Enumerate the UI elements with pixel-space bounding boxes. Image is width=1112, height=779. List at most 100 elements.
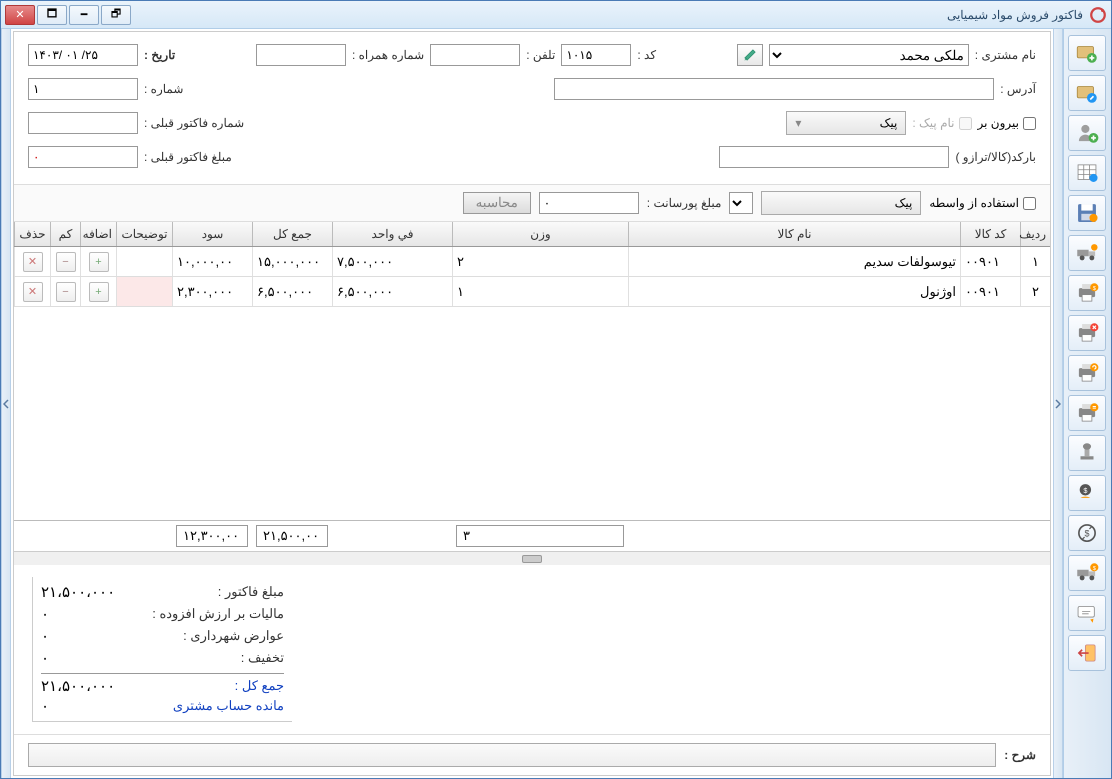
header-del: حذف: [14, 222, 50, 246]
row-add-button[interactable]: +: [89, 282, 109, 302]
header-row: ردیف: [1020, 222, 1050, 246]
mobile-input[interactable]: [256, 44, 346, 66]
minimize-button[interactable]: ━: [69, 5, 99, 25]
stamp-button[interactable]: [1068, 435, 1106, 471]
calculate-button[interactable]: محاسبه: [463, 192, 531, 214]
use-agent-checkbox-label[interactable]: استفاده از واسطه: [929, 196, 1036, 210]
prev-invoice-input[interactable]: [28, 112, 138, 134]
header-desc: توضیحات: [116, 222, 172, 246]
vat-value: ٠: [41, 605, 49, 623]
prev-invoice-label: شماره فاکتور قبلی :: [144, 116, 244, 130]
row-sub-button[interactable]: −: [56, 282, 76, 302]
agent-dropdown[interactable]: پیک: [761, 191, 921, 215]
discount-value: ٠: [41, 649, 49, 667]
vat-label: مالیات بر ارزش افزوده :: [152, 606, 284, 622]
description-input[interactable]: [28, 743, 996, 767]
customer-name-label: نام مشتری :: [975, 48, 1036, 62]
grid-header: ردیف کد کالا نام کالا وزن في واحد جمع کل…: [14, 222, 1050, 247]
close-button[interactable]: ✕: [5, 5, 35, 25]
courier-dropdown[interactable]: پیک ▾: [786, 111, 906, 135]
description-row: شرح :: [14, 734, 1050, 775]
date-label: تاریخ :: [144, 48, 175, 62]
add-customer-button[interactable]: [1068, 115, 1106, 151]
row-delete-button[interactable]: ✕: [23, 252, 43, 272]
commission-row: استفاده از واسطه پیک مبلغ پورسانت : محاس…: [14, 185, 1050, 222]
use-agent-checkbox[interactable]: [1023, 197, 1036, 210]
commission-input[interactable]: [539, 192, 639, 214]
maximize-button[interactable]: 🗖: [37, 5, 67, 25]
delivery-cost-button[interactable]: $: [1068, 555, 1106, 591]
code-input[interactable]: [561, 44, 631, 66]
content-area: نام مشتری : ملکی محمد کد : تلفن : شماره …: [13, 31, 1051, 776]
address-input[interactable]: [554, 78, 994, 100]
form-section: نام مشتری : ملکی محمد کد : تلفن : شماره …: [14, 32, 1050, 185]
header-name: نام کالا: [628, 222, 960, 246]
address-label: آدرس :: [1000, 82, 1036, 96]
phone-input[interactable]: [430, 44, 520, 66]
barcode-input[interactable]: [719, 146, 949, 168]
header-total: جمع کل: [252, 222, 332, 246]
header-code: کد کالا: [960, 222, 1020, 246]
scroll-indicator[interactable]: [14, 551, 1050, 565]
left-collapse-strip[interactable]: [1, 29, 11, 778]
phone-label: تلفن :: [526, 48, 555, 62]
date-input[interactable]: [28, 44, 138, 66]
customer-name-select[interactable]: ملکی محمد: [769, 44, 969, 66]
description-label: شرح :: [1004, 748, 1036, 762]
header-profit: سود: [172, 222, 252, 246]
message-button[interactable]: [1068, 595, 1106, 631]
main-window: ✕ 🗖 ━ 🗗 فاکتور فروش مواد شیمیایی نام مشت…: [0, 0, 1112, 779]
svg-text:$: $: [1085, 528, 1090, 538]
courier-out-checkbox-label[interactable]: بیرون بر: [978, 116, 1036, 130]
table-row[interactable]: ۱ ۰۰۹۰۱ تیوسولفات سدیم ۲ ۷,۵۰۰,۰۰۰ ۱۵,۰۰…: [14, 247, 1050, 277]
exit-button[interactable]: [1068, 635, 1106, 671]
side-toolbar: $ $ $ $: [1063, 29, 1111, 778]
grand-total-value: ۲۱،۵۰۰،۰۰۰: [41, 677, 115, 695]
number-label: شماره :: [144, 82, 183, 96]
balance-label: مانده حساب مشتری: [173, 698, 284, 714]
row-delete-button[interactable]: ✕: [23, 282, 43, 302]
header-sub: کم: [50, 222, 80, 246]
prev-amount-label: مبلغ فاکتور قبلی :: [144, 150, 232, 164]
invoice-total-value: ۲۱،۵۰۰،۰۰۰: [41, 583, 115, 601]
row-add-button[interactable]: +: [89, 252, 109, 272]
edit-customer-button[interactable]: [737, 44, 763, 66]
print-cancel-button[interactable]: [1068, 315, 1106, 351]
agent-type-select[interactable]: [729, 192, 753, 214]
print-cost-button[interactable]: $: [1068, 275, 1106, 311]
commission-label: مبلغ پورسانت :: [647, 196, 722, 210]
delivery-button[interactable]: [1068, 235, 1106, 271]
restore-button[interactable]: 🗗: [101, 5, 131, 25]
grid-view-button[interactable]: [1068, 155, 1106, 191]
balance-value: ٠: [41, 697, 49, 715]
courier-name-checkbox: [959, 117, 972, 130]
print-swap-button[interactable]: [1068, 395, 1106, 431]
courier-out-checkbox[interactable]: [1023, 117, 1036, 130]
save-button[interactable]: [1068, 195, 1106, 231]
header-unit-price: في واحد: [332, 222, 452, 246]
new-invoice-button[interactable]: [1068, 35, 1106, 71]
svg-text:$: $: [1083, 486, 1087, 495]
header-weight: وزن: [452, 222, 628, 246]
courier-name-checkbox-label[interactable]: نام پیک :: [912, 116, 971, 130]
titlebar: ✕ 🗖 ━ 🗗 فاکتور فروش مواد شیمیایی: [1, 1, 1111, 29]
code-label: کد :: [637, 48, 656, 62]
right-collapse-strip[interactable]: [1053, 29, 1063, 778]
number-input[interactable]: [28, 78, 138, 100]
municipal-label: عوارض شهرداری :: [183, 628, 284, 644]
prev-amount-input[interactable]: [28, 146, 138, 168]
grid-footer: ۳ ۲۱,۵۰۰,۰۰ ۱۲,۳۰۰,۰۰: [14, 520, 1050, 551]
currency-button[interactable]: $: [1068, 515, 1106, 551]
table-row[interactable]: ۲ ۰۰۹۰۱ اوژنول ۱ ۶,۵۰۰,۰۰۰ ۶,۵۰۰,۰۰۰ ۲,۳…: [14, 277, 1050, 307]
edit-invoice-button[interactable]: [1068, 75, 1106, 111]
summary-section: مبلغ فاکتور : ۲۱،۵۰۰،۰۰۰ مالیات بر ارزش …: [14, 565, 1050, 734]
summary-box: مبلغ فاکتور : ۲۱،۵۰۰،۰۰۰ مالیات بر ارزش …: [32, 577, 292, 722]
mobile-label: شماره همراه :: [352, 48, 424, 62]
grand-total-label: جمع کل :: [235, 678, 284, 694]
print-refresh-button[interactable]: [1068, 355, 1106, 391]
app-logo-icon: [1089, 6, 1107, 24]
row-sub-button[interactable]: −: [56, 252, 76, 272]
barcode-label: بارکد(کالا/ترازو ): [955, 150, 1036, 164]
payment-button[interactable]: $: [1068, 475, 1106, 511]
grid-body: ۱ ۰۰۹۰۱ تیوسولفات سدیم ۲ ۷,۵۰۰,۰۰۰ ۱۵,۰۰…: [14, 247, 1050, 520]
